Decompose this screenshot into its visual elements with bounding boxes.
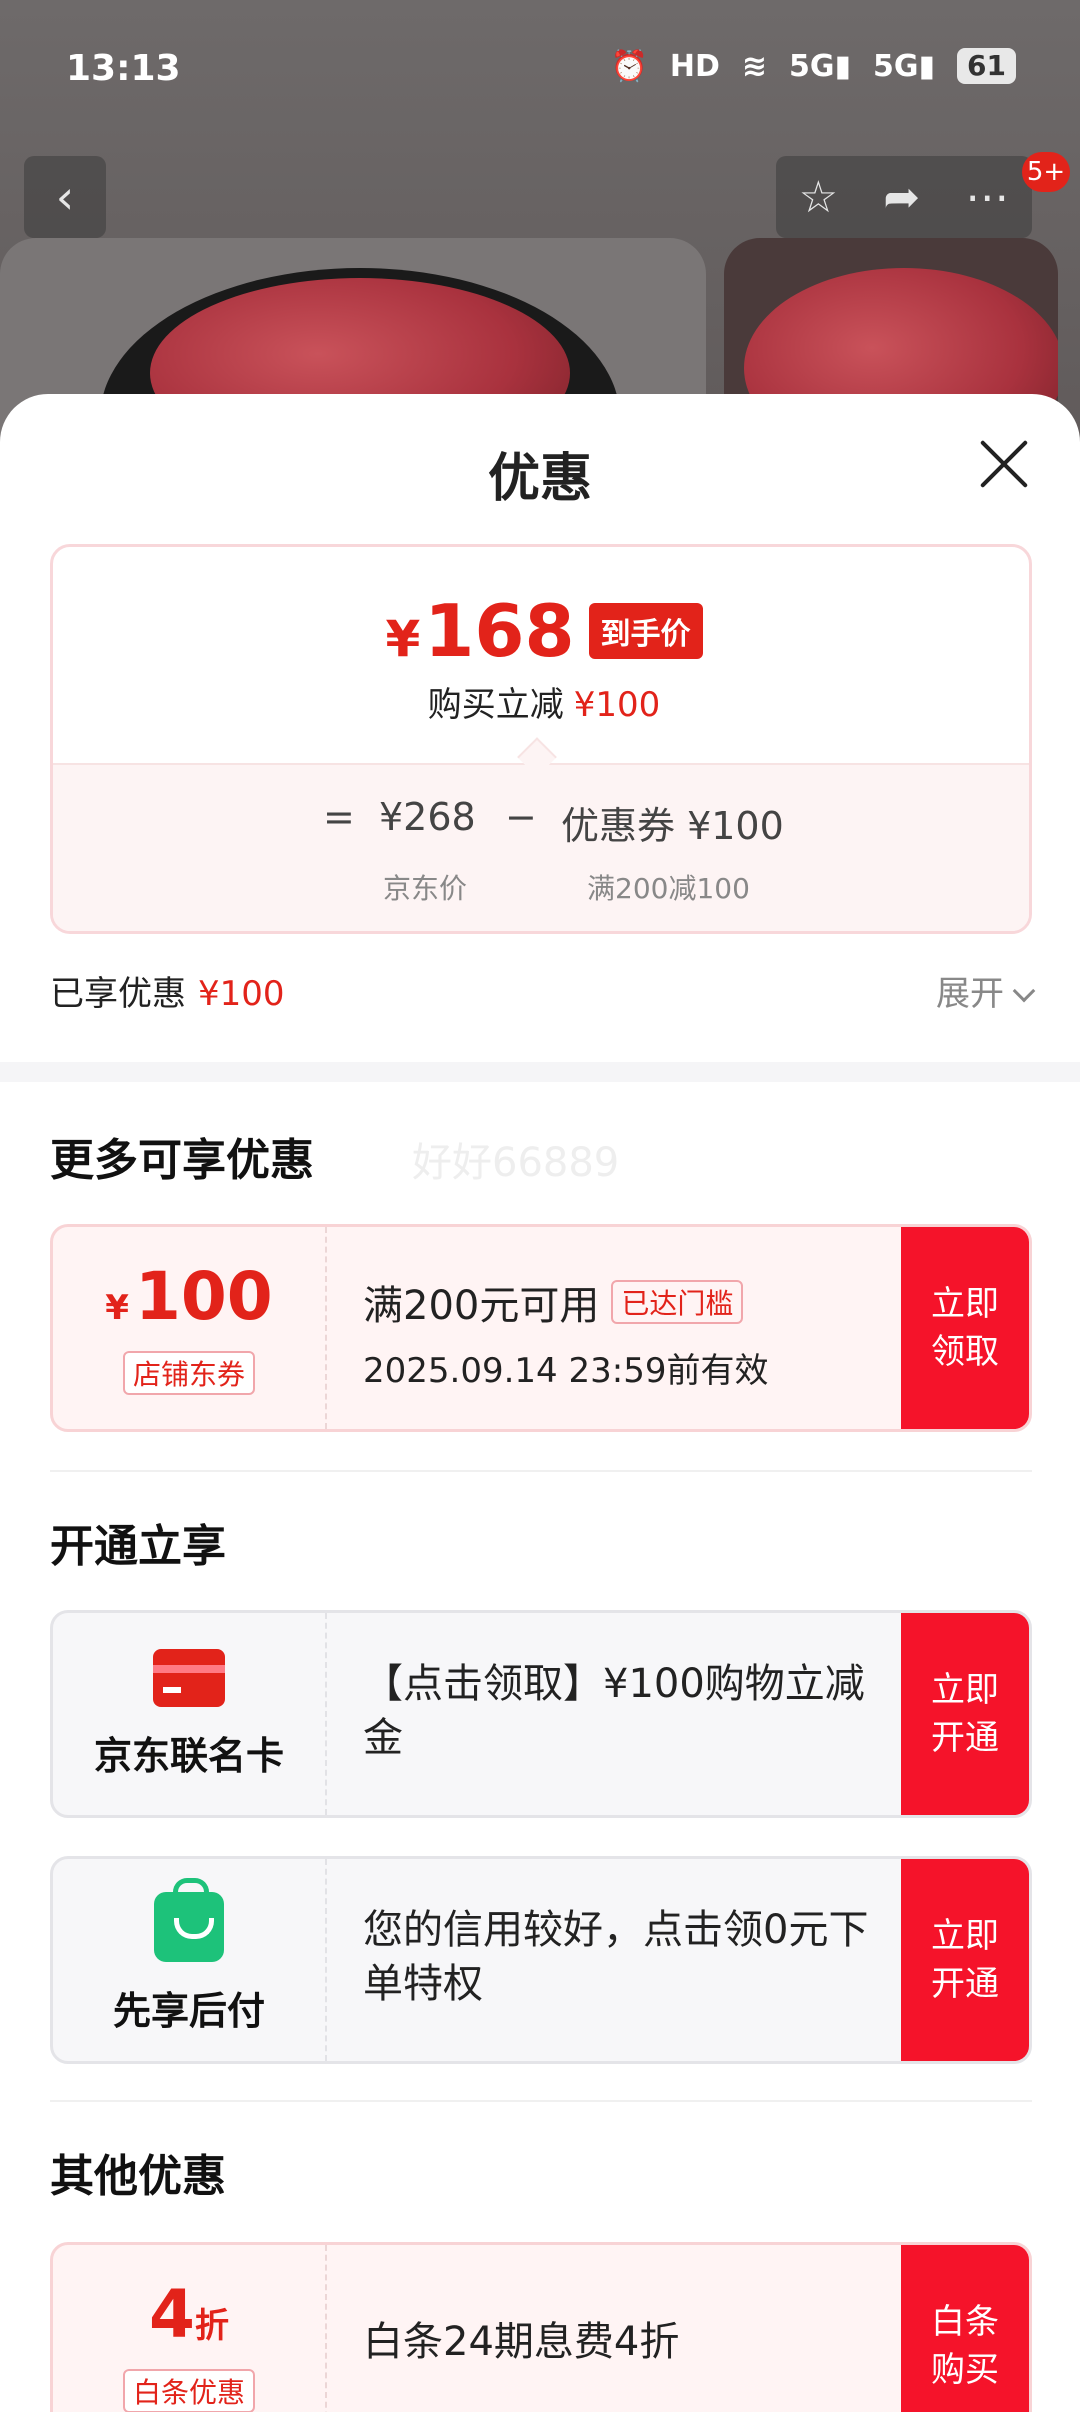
share-icon[interactable]: ➦ xyxy=(883,172,920,223)
price-summary-card: ¥168 到手价 购买立减 ¥100 = ¥268 − 优惠券 ¥100 京东价 … xyxy=(50,544,1032,1326)
expand-label: 展开 xyxy=(936,974,1004,1014)
offer-name: 先享后付 xyxy=(112,1988,265,2033)
coupon-condition-row: 满200元可用 已达门槛 xyxy=(363,1273,901,1331)
offer-description: 您的信用较好，点击领0元下单特权 xyxy=(363,1907,869,2007)
wifi-icon: ≋ xyxy=(741,48,767,84)
enjoyed-amount: ¥100 xyxy=(198,974,285,1014)
store-coupon-card: ¥100 店铺东券 满200元可用 已达门槛 2025.09.14 23:59前… xyxy=(50,1224,1032,1432)
battery-icon: 61 xyxy=(957,48,1016,84)
status-bar: 13:13 ⏰ HD ≋ 5G▮ 5G▮ 61 xyxy=(0,0,1080,140)
coupon-condition: 满200元可用 xyxy=(363,1283,600,1329)
coupon-info: 满200元可用 已达门槛 2025.09.14 23:59前有效 xyxy=(327,1227,901,1429)
open-section-title: 开通立享 xyxy=(50,1521,226,1572)
chevron-down-icon xyxy=(1012,979,1036,1003)
offer-info: 白条24期息费4折 xyxy=(327,2245,901,2412)
jd-price: ¥268 xyxy=(379,795,476,839)
baitiao-buy-button[interactable]: 白条购买 xyxy=(901,2245,1029,2412)
alarm-icon: ⏰ xyxy=(610,48,648,84)
discount-value: 4 xyxy=(149,2275,195,2353)
calc-minus: − xyxy=(505,795,537,839)
reduce-line: 购买立减 ¥100 xyxy=(53,677,1029,726)
enjoyed-label: 已享优惠 xyxy=(50,974,186,1014)
offer-left: 京东联名卡 xyxy=(53,1613,327,1815)
hd-icon: HD xyxy=(669,48,720,84)
coupon-type-tag: 店铺东券 xyxy=(122,1350,255,1395)
notification-badge: 5+ xyxy=(1022,152,1070,192)
offer-type-tag: 白条优惠 xyxy=(122,2368,255,2412)
coupon-expiry: 2025.09.14 23:59前有效 xyxy=(363,1351,769,1391)
more-icon[interactable]: ⋯ xyxy=(965,172,1009,223)
watermark: 好好66889 xyxy=(412,1140,620,1186)
baitiao-offer: 4折 白条优惠 白条24期息费4折 白条购买 xyxy=(50,2242,1032,2412)
offer-name: 京东联名卡 xyxy=(93,1733,284,1778)
offer-info: 您的信用较好，点击领0元下单特权 xyxy=(327,1859,901,2061)
calc-equals: = xyxy=(323,795,355,839)
credit-card-icon xyxy=(153,1648,225,1707)
shopping-bag-icon xyxy=(154,1877,224,1962)
threshold-reached-tag: 已达门槛 xyxy=(611,1280,744,1324)
reduce-amount: ¥100 xyxy=(573,685,661,725)
open-now-button[interactable]: 立即开通 xyxy=(901,1859,1029,2061)
final-price-tag: 到手价 xyxy=(588,603,703,659)
final-price-row: ¥168 到手价 xyxy=(53,589,1029,673)
coupon-amount-area: ¥100 店铺东券 xyxy=(53,1227,327,1429)
offer-left: 先享后付 xyxy=(53,1859,327,2061)
price-summary-box: ¥168 到手价 购买立减 ¥100 = ¥268 − 优惠券 ¥100 京东价 … xyxy=(50,544,1032,934)
divider xyxy=(50,1470,1032,1472)
coupon-amount: ¥100 xyxy=(105,1261,272,1343)
more-discounts-title: 更多可享优惠 xyxy=(50,1135,314,1186)
final-price-currency: ¥ xyxy=(385,610,421,668)
coupon-value: 100 xyxy=(134,1257,273,1335)
pay-later-offer: 先享后付 您的信用较好，点击领0元下单特权 立即开通 xyxy=(50,1856,1032,2064)
top-action-group: ☆ ➦ ⋯ xyxy=(776,156,1032,238)
final-price: ¥168 xyxy=(385,589,574,673)
claim-coupon-button[interactable]: 立即领取 xyxy=(901,1227,1029,1429)
discount-sheet: 优惠 ¥168 到手价 购买立减 ¥100 = ¥268 − 优惠券 ¥100 京… xyxy=(0,394,1080,2412)
price-calculation: = ¥268 − 优惠券 ¥100 京东价 满200减100 xyxy=(53,763,1029,931)
coupon-deduction: 优惠券 ¥100 xyxy=(561,804,784,848)
offer-info: 【点击领取】¥100购物立减金 xyxy=(327,1613,901,1815)
jd-price-label: 京东价 xyxy=(383,872,468,905)
section-divider xyxy=(0,1062,1080,1082)
discount-amount: 4折 xyxy=(149,2279,229,2361)
open-now-button[interactable]: 立即开通 xyxy=(901,1613,1029,1815)
expand-button[interactable]: 展开 xyxy=(936,966,1036,1015)
offer-description: 【点击领取】¥100购物立减金 xyxy=(363,1661,865,1761)
coupon-currency: ¥ xyxy=(105,1287,129,1328)
chevron-left-icon: ‹ xyxy=(55,170,75,224)
discount-unit: 折 xyxy=(194,2305,229,2346)
offer-description: 白条24期息费4折 xyxy=(363,2319,680,2365)
enjoyed-discount-row: 已享优惠 ¥100 展开 xyxy=(50,966,1036,1015)
jd-co-card-offer: 京东联名卡 【点击领取】¥100购物立减金 立即开通 xyxy=(50,1610,1032,1818)
signal-5g-icon: 5G▮ xyxy=(873,48,936,84)
sheet-title: 优惠 xyxy=(487,449,592,509)
offer-left: 4折 白条优惠 xyxy=(53,2245,327,2412)
coupon-rule-label: 满200减100 xyxy=(587,872,750,905)
signal-5g-icon: 5G▮ xyxy=(789,48,852,84)
reduce-label: 购买立减 xyxy=(427,685,564,725)
other-discounts-title: 其他优惠 xyxy=(50,2151,226,2202)
status-time: 13:13 xyxy=(66,48,181,89)
close-icon[interactable] xyxy=(978,438,1030,490)
final-price-value: 168 xyxy=(424,589,575,673)
status-icons: ⏰ HD ≋ 5G▮ 5G▮ 61 xyxy=(610,48,1016,84)
back-button[interactable]: ‹ xyxy=(24,156,106,238)
divider xyxy=(50,2100,1032,2102)
star-icon[interactable]: ☆ xyxy=(799,172,838,223)
